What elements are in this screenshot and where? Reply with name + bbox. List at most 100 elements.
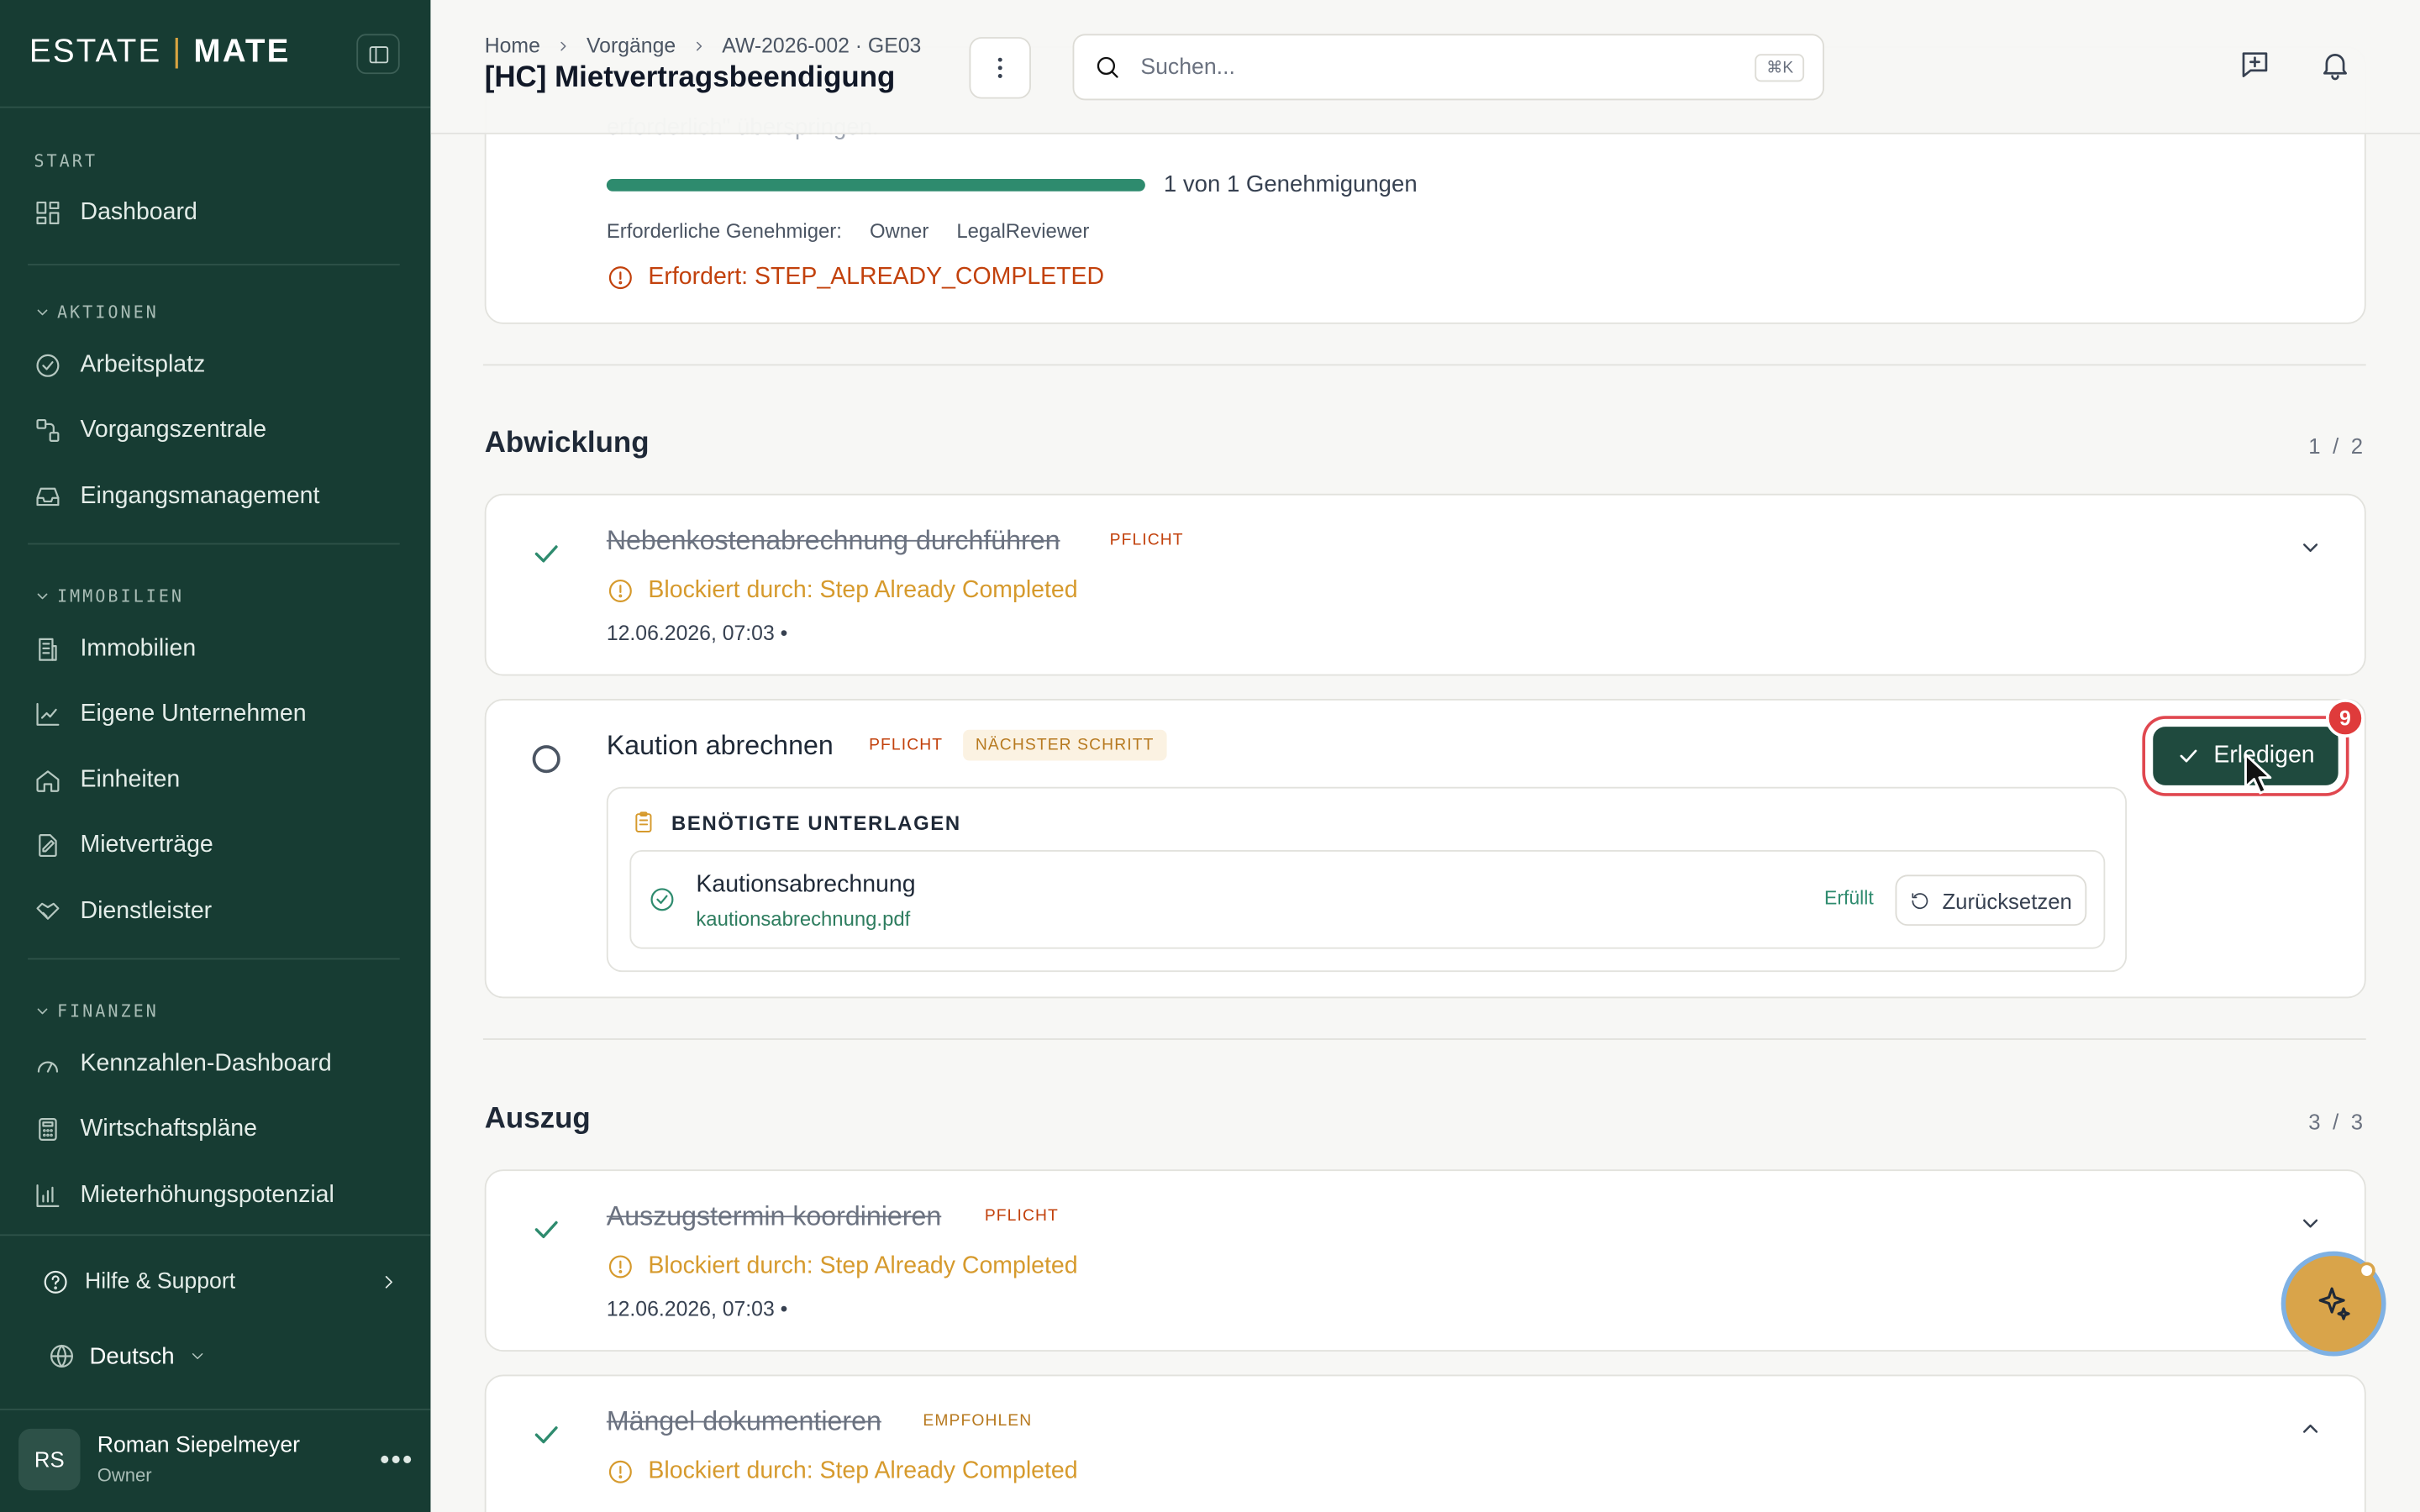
document-ok	[648, 885, 676, 913]
sidebar-divider	[0, 1234, 431, 1236]
sidebar-item-wirtschaftsplaene[interactable]: Wirtschaftspläne	[34, 1116, 257, 1143]
step-done-check	[529, 1418, 563, 1452]
help-label: Hilfe & Support	[85, 1269, 236, 1295]
sidebar-divider	[28, 543, 400, 545]
sidebar-item-label: Eingangsmanagement	[80, 482, 320, 510]
sidebar-item-vorgangszentrale[interactable]: Vorgangszentrale	[34, 417, 266, 444]
step-done-check	[529, 537, 563, 570]
sidebar-item-label: Eigene Unternehmen	[80, 700, 307, 727]
dashboard-icon	[36, 201, 60, 224]
user-menu-icon[interactable]: •••	[380, 1443, 413, 1476]
sidebar-item-label: Arbeitsplatz	[80, 351, 206, 379]
section-label-aktionen[interactable]: AKTIONEN	[34, 302, 158, 323]
badge-pflicht: PFLICHT	[1109, 530, 1184, 549]
breadcrumb-vorgaenge[interactable]: Vorgänge	[587, 34, 676, 57]
chevron-down-icon	[2303, 1219, 2318, 1228]
help-icon	[44, 1270, 67, 1294]
section-label-immobilien[interactable]: IMMOBILIEN	[34, 586, 184, 606]
alert-circle-icon	[608, 1255, 632, 1278]
sidebar-item-mietvertraege[interactable]: Mietverträge	[34, 832, 213, 859]
collapse-toggle[interactable]	[2298, 1416, 2323, 1441]
sidebar-divider	[0, 1408, 431, 1410]
sidebar-item-mieterhoehungspotenzial[interactable]: Mieterhöhungspotenzial	[34, 1182, 334, 1210]
notification-count-badge: 9	[2325, 699, 2365, 738]
reset-button[interactable]: Zurücksetzen	[1895, 874, 2087, 927]
warning-text: Blockiert durch: Step Already Completed	[648, 576, 1078, 604]
required-documents-panel: BENÖTIGTE UNTERLAGEN Kautionsabrechnung …	[606, 786, 2128, 973]
sidebar-item-dienstleister[interactable]: Dienstleister	[34, 898, 212, 926]
sidebar-item-dashboard[interactable]: Dashboard	[34, 199, 197, 227]
inbox-icon	[36, 487, 60, 507]
language-selector[interactable]: Deutsch	[48, 1342, 207, 1370]
search-icon	[1097, 56, 1118, 78]
chevron-down-icon	[37, 309, 48, 316]
section-label-text: AKTIONEN	[56, 302, 159, 323]
user-name: Roman Siepelmeyer	[97, 1433, 301, 1458]
step-done-check	[529, 1213, 563, 1247]
sidebar-item-arbeitsplatz[interactable]: Arbeitsplatz	[34, 352, 205, 380]
section-label-finanzen[interactable]: FINANZEN	[34, 1001, 158, 1021]
help-support-link[interactable]: Hilfe & Support	[42, 1268, 400, 1296]
check-icon	[534, 545, 558, 563]
breadcrumb: Home Vorgänge AW-2026-002 · GE03	[485, 34, 922, 57]
section-label-text: IMMOBILIEN	[56, 585, 185, 606]
sidebar-item-einheiten[interactable]: Einheiten	[34, 767, 180, 795]
sidebar-item-eigene-unternehmen[interactable]: Eigene Unternehmen	[34, 700, 307, 728]
mouse-cursor-icon	[2244, 753, 2272, 795]
sidebar: ESTATE | MATE START Dashboard AKTIONEN Arb…	[0, 0, 431, 1512]
sidebar-item-eingangsmanagement[interactable]: Eingangsmanagement	[34, 483, 319, 511]
step-title: Kaution abrechnen	[606, 729, 834, 761]
expand-toggle[interactable]	[2298, 535, 2323, 559]
warning-text: Blockiert durch: Step Already Completed	[648, 1457, 1078, 1484]
search-shortcut: ⌘K	[1755, 53, 1805, 81]
feedback-button[interactable]	[2238, 48, 2271, 81]
sidebar-toggle-button[interactable]	[356, 34, 400, 75]
contract-icon	[39, 834, 57, 858]
step-card-maengel[interactable]	[484, 1374, 2366, 1512]
approvers-list: Erforderliche Genehmiger: Owner LegalRev…	[607, 219, 1089, 243]
search-input[interactable]: Suchen... ⌘K	[1072, 34, 1825, 101]
sidebar-item-label: Vorgangszentrale	[80, 416, 267, 444]
chart-icon	[36, 702, 60, 726]
warning-text: Blockiert durch: Step Already Completed	[648, 1252, 1078, 1279]
brand-right: MATE	[193, 34, 291, 70]
step-blocked-warning: Blockiert durch: Step Already Completed	[607, 1252, 1078, 1280]
section-divider	[482, 1038, 2366, 1040]
brand-logo[interactable]: ESTATE | MATE	[29, 34, 291, 71]
sidebar-item-immobilien[interactable]: Immobilien	[34, 636, 196, 664]
section-label-text: FINANZEN	[56, 1001, 159, 1021]
step-blocked-warning: Blockiert durch: Step Already Completed	[607, 577, 1078, 605]
chevron-up-icon	[2303, 1424, 2318, 1433]
gauge-icon	[37, 1061, 59, 1073]
step-checkbox[interactable]	[532, 745, 560, 774]
section-divider	[482, 364, 2366, 366]
document-status: Erfüllt	[1824, 887, 1874, 909]
expand-toggle[interactable]	[2298, 1211, 2323, 1236]
sidebar-item-label: Immobilien	[80, 635, 197, 662]
chevron-down-icon	[192, 1353, 203, 1359]
bell-icon	[2323, 54, 2347, 81]
sidebar-item-kennzahlen-dashboard[interactable]: Kennzahlen-Dashboard	[34, 1051, 332, 1079]
approval-error: Erfordert: STEP_ALREADY_COMPLETED	[607, 264, 1104, 291]
feedback-icon	[2242, 52, 2268, 77]
breadcrumb-home[interactable]: Home	[485, 34, 540, 57]
brand-separator: |	[172, 34, 183, 70]
documents-title: BENÖTIGTE UNTERLAGEN	[671, 811, 961, 834]
user-profile[interactable]: RS Roman Siepelmeyer Owner •••	[18, 1428, 413, 1491]
notifications-button[interactable]	[2318, 48, 2352, 81]
globe-icon	[50, 1344, 73, 1368]
handshake-icon	[36, 902, 60, 920]
alert-circle-icon	[608, 266, 632, 290]
section-counter: 3 / 3	[2308, 1109, 2366, 1135]
document-file-link[interactable]: kautionsabrechnung.pdf	[696, 907, 910, 931]
step-timestamp: 12.06.2026, 07:03 •	[606, 1297, 788, 1321]
more-actions-button[interactable]	[969, 37, 1031, 99]
chevron-right-icon	[385, 1276, 392, 1289]
alert-circle-icon	[608, 579, 632, 602]
page-title: [HC] Mietvertragsbeendigung	[484, 61, 896, 95]
sidebar-divider	[28, 264, 400, 265]
ai-assistant-button[interactable]	[2281, 1251, 2386, 1357]
section-title-abwicklung: Abwicklung	[484, 427, 650, 460]
step-title: Nebenkostenabrechnung durchführen	[606, 524, 1060, 556]
search-placeholder: Suchen...	[1140, 55, 1235, 80]
